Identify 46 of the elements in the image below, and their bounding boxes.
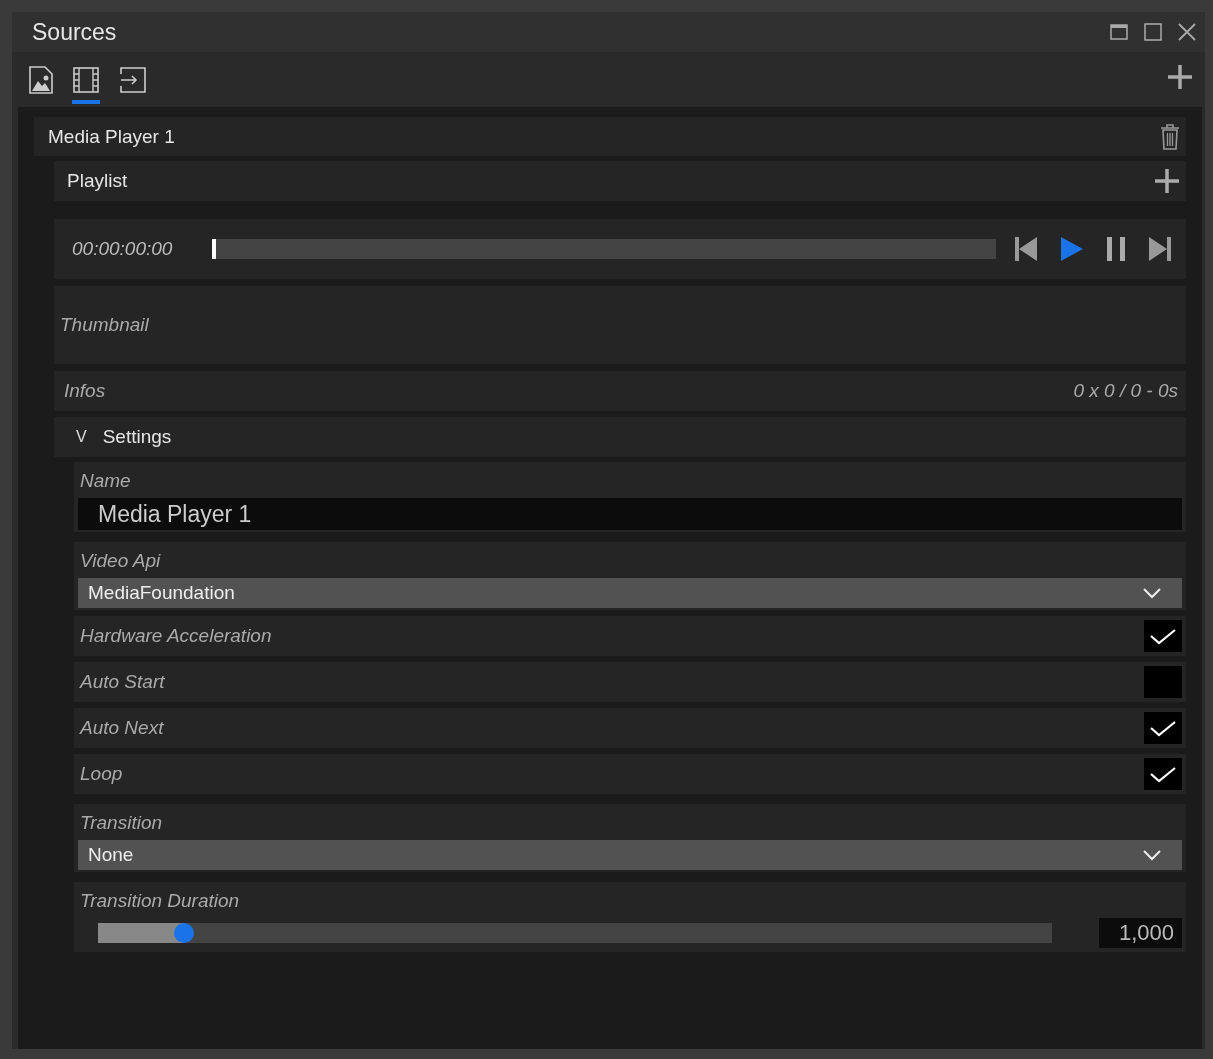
- timecode: 00:00:00:00: [72, 238, 174, 260]
- trash-icon[interactable]: [1160, 123, 1180, 150]
- playlist-header[interactable]: Playlist: [54, 161, 1186, 201]
- checkmark-icon: [1149, 719, 1177, 737]
- close-icon[interactable]: [1177, 22, 1197, 42]
- field-label: Name: [79, 469, 132, 493]
- field-label: Auto Start: [78, 671, 166, 693]
- settings-label: Settings: [102, 426, 172, 448]
- checkbox[interactable]: [1144, 620, 1182, 652]
- chevron-icon[interactable]: V: [76, 428, 87, 446]
- checkbox[interactable]: [1144, 666, 1182, 698]
- source-header[interactable]: Media Player 1: [34, 117, 1186, 156]
- caret-icon: [1142, 849, 1162, 861]
- maximize-icon[interactable]: [1143, 22, 1163, 42]
- field-label: Auto Next: [78, 717, 165, 739]
- field-label: Hardware Acceleration: [79, 625, 273, 647]
- add-icon[interactable]: [1154, 168, 1180, 194]
- thumbnail-label: Thumbnail: [60, 314, 149, 336]
- window-title: Sources: [32, 18, 117, 46]
- play-icon[interactable]: [1060, 236, 1084, 262]
- skip-back-icon[interactable]: [1014, 236, 1038, 262]
- pause-icon[interactable]: [1106, 236, 1126, 262]
- text-field[interactable]: Media Player 1: [78, 498, 1182, 530]
- dropdown[interactable]: MediaFoundation: [78, 578, 1182, 608]
- seek-handle[interactable]: [212, 239, 216, 259]
- checkbox[interactable]: [1144, 758, 1182, 790]
- field-label: Loop: [79, 763, 124, 785]
- field-label: Transition: [79, 811, 163, 835]
- add-icon[interactable]: [1167, 64, 1193, 90]
- field-label: Transition Duration: [79, 889, 241, 913]
- caret-icon: [1142, 587, 1162, 599]
- settings-header[interactable]: V Settings: [54, 417, 1186, 457]
- tab[interactable]: [72, 66, 100, 104]
- source-name: Media Player 1: [48, 125, 175, 148]
- infos-value: 0 x 0 / 0 - 0s: [1073, 380, 1178, 402]
- dropdown[interactable]: None: [78, 840, 1182, 870]
- field-label: Video Api: [79, 549, 162, 573]
- checkbox[interactable]: [1144, 712, 1182, 744]
- checkmark-icon: [1149, 627, 1177, 645]
- skip-forward-icon[interactable]: [1148, 236, 1172, 262]
- playlist-label: Playlist: [67, 170, 128, 192]
- slider[interactable]: [98, 923, 1052, 943]
- minimize-icon[interactable]: [1109, 22, 1129, 42]
- number-field[interactable]: 1,000: [1098, 918, 1182, 948]
- infos-label: Infos: [64, 380, 106, 402]
- checkmark-icon: [1149, 765, 1177, 783]
